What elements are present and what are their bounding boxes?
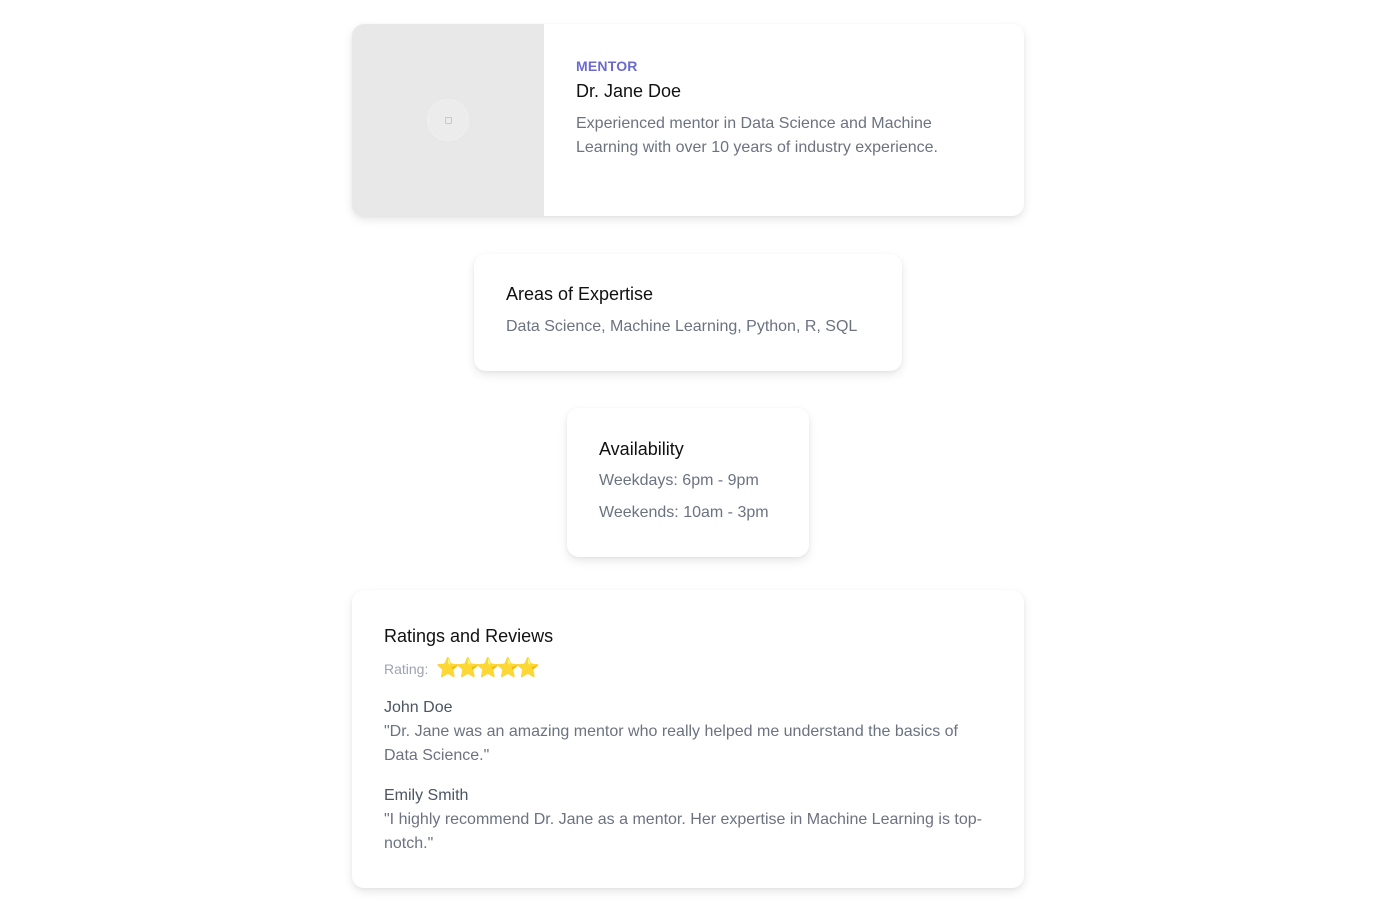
rating-stars: ⭐ ⭐ ⭐ ⭐ ⭐ (436, 658, 541, 679)
star-icon: ⭐ (456, 658, 481, 679)
rating-row: Rating: ⭐ ⭐ ⭐ ⭐ ⭐ (384, 658, 992, 680)
review-author: John Doe (384, 699, 453, 716)
mentor-card: MENTOR Dr. Jane Doe Experienced mentor i… (352, 24, 1024, 216)
review-item: John Doe "Dr. Jane was an amazing mentor… (384, 696, 992, 768)
image-placeholder-icon (427, 99, 469, 141)
review-author: Emily Smith (384, 787, 469, 804)
star-icon: ⭐ (436, 658, 461, 679)
rating-label: Rating: (384, 661, 429, 677)
mentor-name: Dr. Jane Doe (576, 81, 682, 101)
star-icon: ⭐ (476, 658, 501, 679)
availability-card: Availability Weekdays: 6pm - 9pm Weekend… (567, 408, 809, 557)
expertise-title: Areas of Expertise (506, 284, 654, 304)
reviews-card: Ratings and Reviews Rating: ⭐ ⭐ ⭐ ⭐ ⭐ Jo… (352, 590, 1024, 888)
expertise-card: Areas of Expertise Data Science, Machine… (474, 254, 902, 371)
review-text: "I highly recommend Dr. Jane as a mentor… (384, 811, 982, 852)
availability-title: Availability (599, 439, 684, 459)
review-text: "Dr. Jane was an amazing mentor who real… (384, 723, 958, 764)
availability-weekends: Weekends: 10am - 3pm (599, 504, 769, 521)
availability-weekdays: Weekdays: 6pm - 9pm (599, 472, 759, 489)
mentor-eyebrow: MENTOR (576, 58, 638, 74)
review-item: Emily Smith "I highly recommend Dr. Jane… (384, 784, 992, 856)
reviews-title: Ratings and Reviews (384, 626, 554, 646)
star-icon: ⭐ (516, 658, 541, 679)
mentor-photo (352, 24, 544, 216)
star-icon: ⭐ (496, 658, 521, 679)
expertise-list: Data Science, Machine Learning, Python, … (506, 318, 858, 335)
mentor-description: Experienced mentor in Data Science and M… (576, 115, 938, 156)
